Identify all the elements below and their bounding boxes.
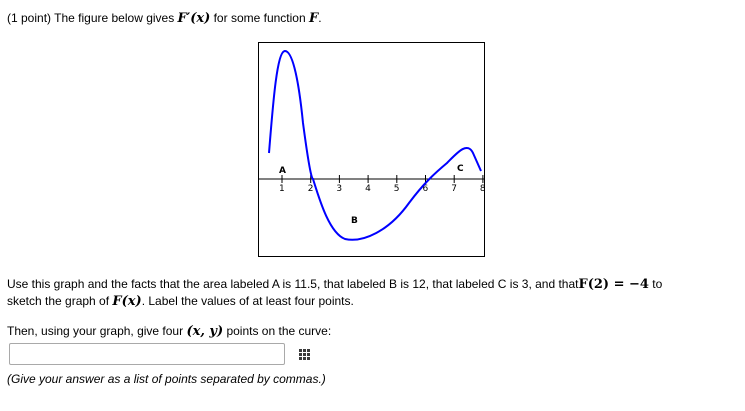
x-tick-label: 8 [480,184,484,194]
instructions-text-end: to [648,277,663,291]
answer-hint: (Give your answer as a list of points se… [7,372,326,386]
header-text-mid: for some function [210,11,309,25]
instructions-text: Use this graph and the facts that the ar… [7,277,579,291]
instructions-math-fx: F(x) [112,294,142,309]
instructions-line-1: Use this graph and the facts that the ar… [7,277,662,292]
instructions-text-2-end: . Label the values of at least four poin… [141,294,354,308]
prompt-text: Then, using your graph, give four (x, y)… [7,324,331,339]
instructions-math-f2: F(2) = −4 [578,277,649,292]
header-text: (1 point) The figure below gives [7,11,178,25]
graph-svg: 12345678 A B C [259,49,484,241]
region-label-c: C [457,164,464,174]
problem-statement: (1 point) The figure below gives F′(x) f… [7,11,322,26]
x-tick-label: 1 [279,184,285,194]
header-text-end: . [318,11,322,25]
header-math-derivative: F′(x) [177,11,211,26]
region-label-b: B [351,216,358,226]
answer-input[interactable] [9,343,285,365]
instructions-text-2: sketch the graph of [7,294,113,308]
prompt-text-end: points on the curve: [223,324,332,338]
region-label-a: A [279,166,286,176]
prompt-text-start: Then, using your graph, give four [7,324,187,338]
header-math-function: F [308,11,319,26]
x-tick-label: 2 [308,184,314,194]
derivative-curve [268,49,482,241]
x-tick-label: 3 [336,184,342,194]
derivative-graph: 12345678 A B C [258,42,485,257]
matrix-entry-icon[interactable] [298,348,312,360]
x-tick-label: 5 [394,184,400,194]
prompt-math-point: (x, y) [186,324,224,339]
instructions-line-2: sketch the graph of F(x). Label the valu… [7,294,354,309]
x-tick-label: 4 [365,184,371,194]
x-tick-label: 7 [451,184,457,194]
